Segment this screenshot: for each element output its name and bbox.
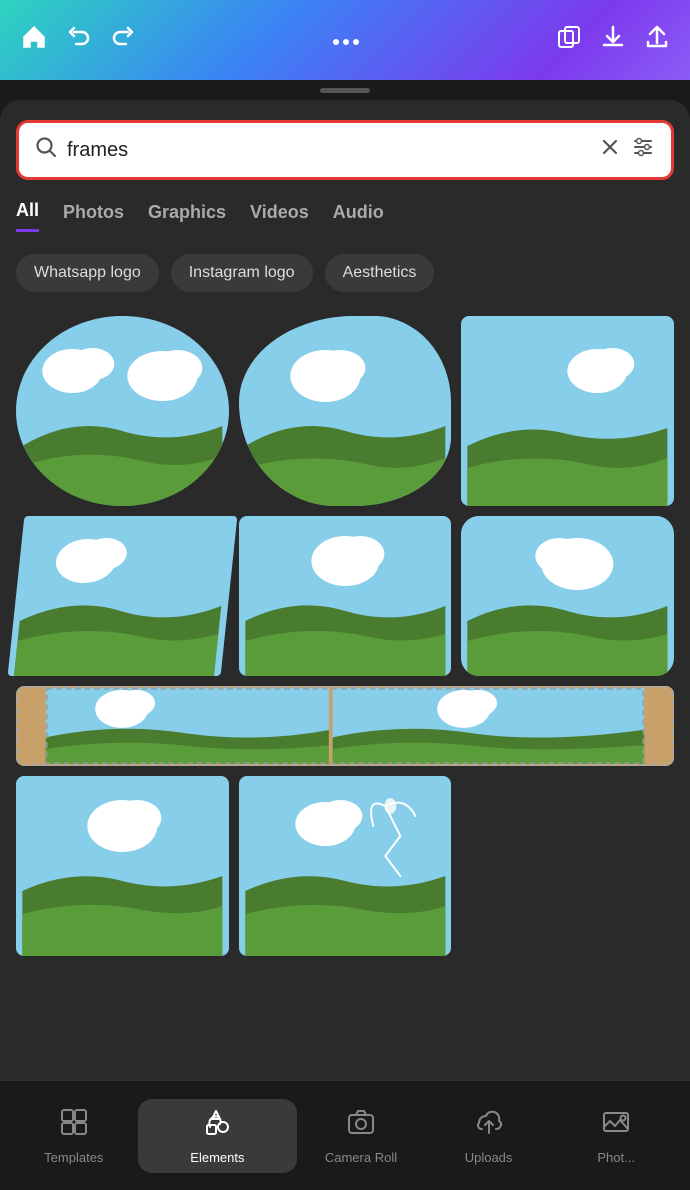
top-bar-right — [556, 24, 670, 56]
frame-thumb-square[interactable] — [239, 516, 452, 676]
frame-thumb-portrait[interactable] — [16, 776, 229, 956]
share-icon[interactable] — [644, 24, 670, 56]
frame-thumb-skew[interactable] — [8, 516, 237, 676]
elements-icon — [202, 1107, 232, 1144]
suggestion-instagram[interactable]: Instagram logo — [171, 254, 313, 292]
nav-elements[interactable]: Elements — [138, 1099, 298, 1173]
nav-elements-label: Elements — [190, 1150, 244, 1165]
home-icon[interactable] — [20, 23, 48, 57]
frame-thumb-circle[interactable] — [16, 316, 229, 506]
nav-camera-roll[interactable]: Camera Roll — [297, 1097, 425, 1175]
nav-uploads[interactable]: Uploads — [425, 1097, 553, 1175]
nav-templates-label: Templates — [44, 1150, 103, 1165]
tab-videos[interactable]: Videos — [250, 202, 309, 231]
top-bar — [0, 0, 690, 80]
nav-photos-label: Phot... — [597, 1150, 635, 1165]
category-tabs: All Photos Graphics Videos Audio — [16, 200, 674, 236]
suggestion-whatsapp[interactable]: Whatsapp logo — [16, 254, 159, 292]
suggestion-aesthetics[interactable]: Aesthetics — [325, 254, 435, 292]
tab-audio[interactable]: Audio — [333, 202, 384, 231]
search-bar[interactable]: frames — [16, 120, 674, 180]
templates-icon — [59, 1107, 89, 1144]
tab-graphics[interactable]: Graphics — [148, 202, 226, 231]
filter-icon[interactable] — [631, 135, 655, 165]
undo-icon[interactable] — [66, 24, 92, 56]
download-icon[interactable] — [600, 24, 626, 56]
suggestion-pills: Whatsapp logo Instagram logo Aesthetics — [16, 254, 674, 296]
camera-roll-icon — [346, 1107, 376, 1144]
duplicate-icon[interactable] — [556, 24, 582, 56]
drag-handle[interactable] — [320, 88, 370, 93]
panel: frames All Photos Graphics Videos Audio — [0, 100, 690, 1180]
top-bar-left — [20, 23, 136, 57]
search-clear-button[interactable] — [599, 136, 621, 164]
nav-photos[interactable]: Phot... — [552, 1097, 680, 1175]
nav-camera-label: Camera Roll — [325, 1150, 397, 1165]
photos-icon — [601, 1107, 631, 1144]
frame-thumb-rounded[interactable] — [461, 516, 674, 676]
frame-thumb-wide[interactable] — [16, 686, 674, 766]
frame-thumb-bird[interactable] — [239, 776, 452, 956]
search-icon — [35, 136, 57, 164]
search-value[interactable]: frames — [67, 139, 589, 162]
redo-icon[interactable] — [110, 24, 136, 56]
bottom-nav: Templates Elements Camera Roll — [0, 1080, 690, 1190]
tab-all[interactable]: All — [16, 200, 39, 232]
tab-photos[interactable]: Photos — [63, 202, 124, 231]
more-options-icon[interactable] — [332, 29, 360, 52]
results-grid — [16, 316, 674, 956]
nav-templates[interactable]: Templates — [10, 1097, 138, 1175]
nav-uploads-label: Uploads — [465, 1150, 513, 1165]
uploads-icon — [474, 1107, 504, 1144]
frame-thumb-rect1[interactable] — [461, 316, 674, 506]
frame-thumb-blob[interactable] — [239, 316, 452, 506]
